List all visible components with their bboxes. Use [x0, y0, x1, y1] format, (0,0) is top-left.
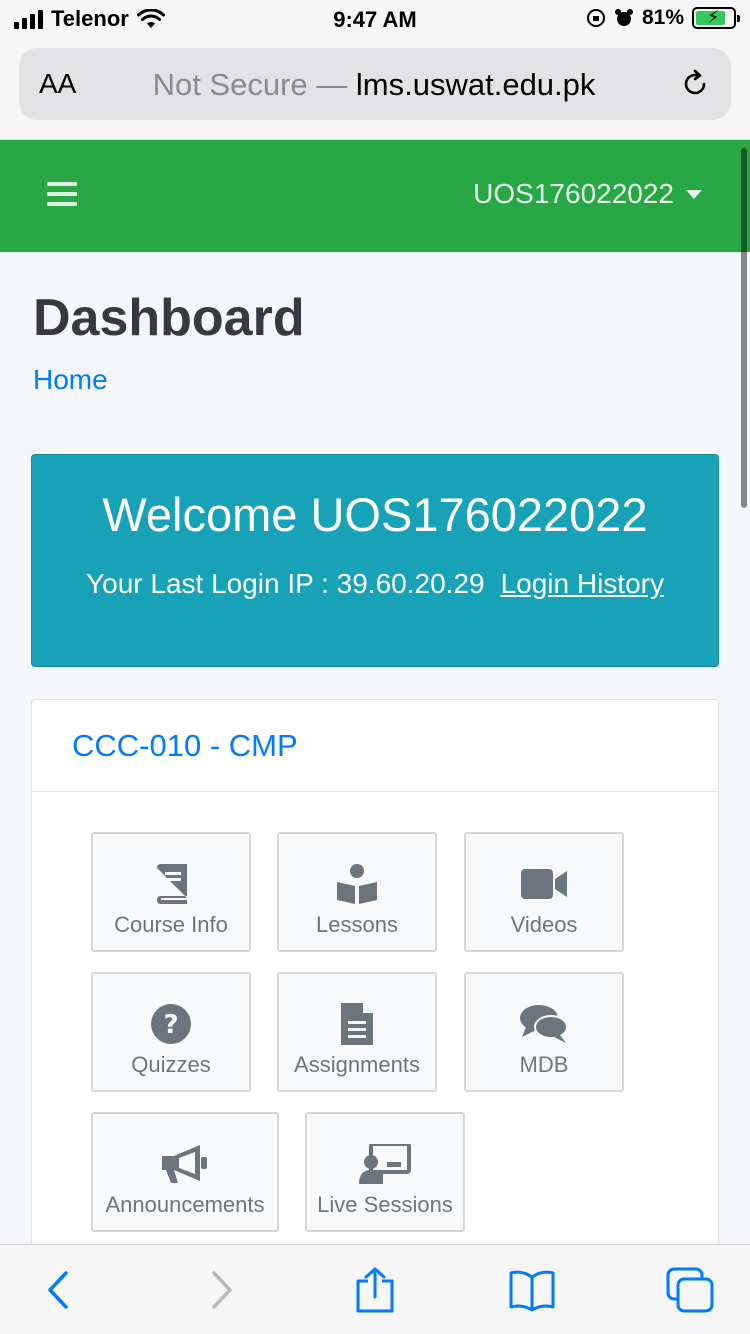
- tabs-icon[interactable]: [666, 1267, 714, 1313]
- tile-label: Live Sessions: [317, 1192, 453, 1217]
- user-dropdown[interactable]: UOS176022022: [473, 178, 702, 210]
- browser-toolbar: [0, 1244, 750, 1334]
- user-name: UOS176022022: [473, 178, 674, 209]
- course-title[interactable]: CCC-010 - CMP: [32, 700, 718, 792]
- caret-down-icon: [686, 189, 702, 199]
- lessons-tile[interactable]: Lessons: [277, 832, 437, 952]
- reader-icon: [337, 864, 377, 904]
- welcome-banner: Welcome UOS176022022 Your Last Login IP …: [31, 454, 719, 667]
- status-bar: Telenor 9:47 AM 81% ⚡: [0, 0, 750, 40]
- bookmarks-icon[interactable]: [508, 1267, 556, 1313]
- menu-icon[interactable]: [47, 182, 77, 208]
- course-info-tile[interactable]: Course Info: [91, 832, 251, 952]
- document-icon: [341, 1003, 373, 1045]
- presentation-icon: [359, 1144, 411, 1184]
- login-history-link[interactable]: Login History: [501, 568, 664, 599]
- tile-label: MDB: [519, 1052, 569, 1077]
- battery-percent: 81%: [641, 6, 684, 29]
- tile-label: Lessons: [316, 912, 398, 937]
- alarm-icon: [614, 9, 633, 26]
- mdb-tile[interactable]: MDB: [464, 972, 624, 1092]
- not-secure-label: Not Secure —: [152, 67, 348, 102]
- page-scrollbar[interactable]: [741, 148, 747, 508]
- announcements-tile[interactable]: Announcements: [91, 1112, 279, 1232]
- main-content: Dashboard Home Welcome UOS176022022 Your…: [0, 252, 750, 1244]
- book-icon: [157, 864, 187, 904]
- top-navbar: UOS176022022: [0, 140, 750, 252]
- video-camera-icon: [521, 869, 567, 899]
- assignments-tile[interactable]: Assignments: [277, 972, 437, 1092]
- svg-text:?: ?: [163, 1010, 178, 1040]
- last-login-info: Your Last Login IP : 39.60.20.29 Login Hi…: [32, 568, 718, 600]
- tile-label: Videos: [510, 912, 578, 937]
- orientation-lock-icon: [586, 9, 605, 27]
- address-bar[interactable]: AA Not Secure — lms.uswat.edu.pk: [19, 48, 731, 120]
- browser-chrome: AA Not Secure — lms.uswat.edu.pk: [0, 40, 750, 140]
- question-circle-icon: ?: [151, 1004, 191, 1044]
- course-card: CCC-010 - CMP Course Info Lessons Videos…: [31, 699, 719, 1244]
- last-login-ip: Your Last Login IP : 39.60.20.29: [86, 568, 485, 599]
- battery-icon: ⚡: [692, 7, 740, 29]
- videos-tile[interactable]: Videos: [464, 832, 624, 952]
- reload-icon[interactable]: [679, 68, 711, 100]
- live-sessions-tile[interactable]: Live Sessions: [305, 1112, 465, 1232]
- url-display[interactable]: Not Secure — lms.uswat.edu.pk: [19, 67, 750, 103]
- comments-icon: [520, 1005, 568, 1043]
- forward-icon[interactable]: [196, 1267, 244, 1313]
- tile-label: Announcements: [105, 1192, 265, 1217]
- back-icon[interactable]: [36, 1267, 84, 1313]
- quizzes-tile[interactable]: ? Quizzes: [91, 972, 251, 1092]
- share-icon[interactable]: [351, 1267, 399, 1313]
- welcome-heading: Welcome UOS176022022: [102, 488, 648, 541]
- domain-label: lms.uswat.edu.pk: [355, 67, 596, 102]
- status-right: 81% ⚡: [586, 6, 740, 30]
- page-title: Dashboard: [33, 289, 305, 347]
- tile-label: Assignments: [294, 1052, 420, 1077]
- tile-label: Quizzes: [131, 1052, 211, 1077]
- breadcrumb-home[interactable]: Home: [33, 364, 108, 396]
- tile-label: Course Info: [114, 912, 228, 937]
- megaphone-icon: [162, 1145, 207, 1183]
